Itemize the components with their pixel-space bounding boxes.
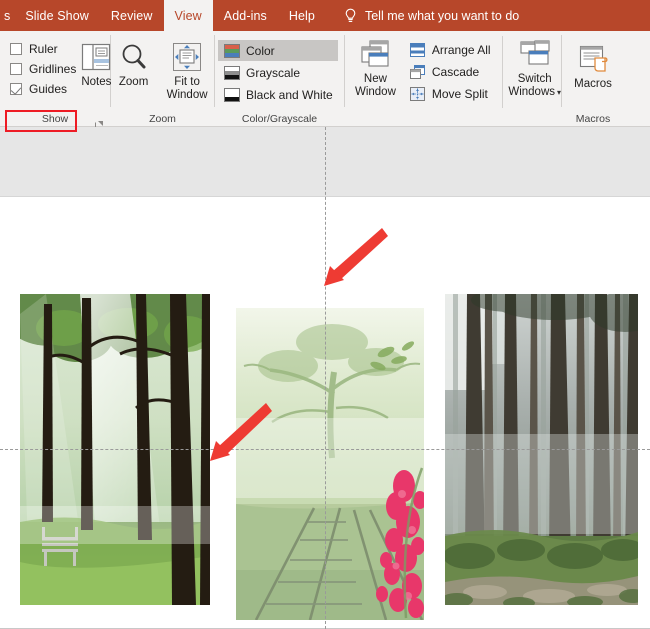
fit-to-window-button[interactable]: Fit to Window — [160, 37, 214, 102]
switch-windows-label: Switch Windows — [508, 73, 555, 98]
zoom-button[interactable]: Zoom — [111, 37, 156, 89]
move-split-button[interactable]: Move Split — [404, 83, 496, 104]
notes-label: Notes — [81, 76, 112, 88]
ribbon-group-window: New Window Arrange All Cascade Move Spli… — [345, 31, 561, 142]
ribbon: Ruler Gridlines Guides Notes Show Zoom F… — [0, 31, 650, 142]
color-mode-color[interactable]: Color — [218, 40, 338, 61]
tab-label: Slide Show — [25, 8, 89, 23]
photo-misty-railway-blossoms[interactable] — [236, 308, 424, 620]
notes-button[interactable]: Notes — [80, 35, 112, 89]
arrange-all-button[interactable]: Arrange All — [404, 39, 496, 60]
move-split-icon — [409, 86, 426, 101]
switch-windows-label-wrap: Switch Windows ▾ — [508, 73, 561, 99]
tab-slide-show[interactable]: Slide Show — [14, 0, 100, 31]
tell-me-search[interactable]: Tell me what you want to do — [326, 0, 519, 31]
gridlines-checkbox-box[interactable] — [10, 62, 22, 75]
group-label-text: Zoom — [149, 113, 176, 125]
group-label-text: Macros — [575, 113, 611, 125]
tab-help[interactable]: Help — [278, 0, 326, 31]
color-mode-grayscale[interactable]: Grayscale — [218, 62, 338, 83]
ribbon-group-color-grayscale: Color Grayscale Black and White Color/Gr… — [215, 31, 344, 127]
ribbon-tab-bar: s Slide Show Review View Add-ins Help Te… — [0, 0, 650, 31]
checkbox-ruler[interactable]: Ruler — [10, 40, 76, 57]
guides-checkbox-box[interactable] — [10, 82, 22, 95]
ruler-checkbox-box[interactable] — [10, 42, 22, 55]
fit-to-window-label: Fit to Window — [166, 76, 208, 101]
switch-windows-button[interactable]: Switch Windows ▾ — [508, 34, 561, 99]
checkbox-label: Guides — [29, 81, 68, 96]
ribbon-group-zoom: Zoom Fit to Window Zoom — [111, 31, 214, 127]
macros-icon — [576, 42, 610, 76]
magnifier-icon — [118, 40, 150, 74]
slide-canvas[interactable] — [0, 127, 650, 629]
ribbon-group-show: Ruler Gridlines Guides Notes Show — [0, 31, 112, 128]
switch-windows-icon — [517, 37, 553, 71]
window-commands-list: Arrange All Cascade Move Split — [404, 34, 496, 104]
tell-me-label: Tell me what you want to do — [364, 8, 520, 23]
powerpoint-window: s Slide Show Review View Add-ins Help Te… — [0, 0, 650, 629]
cascade-label: Cascade — [431, 64, 480, 79]
dialog-launcher-icon[interactable] — [95, 117, 104, 128]
color-mode-label: Black and White — [246, 87, 333, 102]
zoom-label: Zoom — [118, 76, 149, 88]
cascade-button[interactable]: Cascade — [404, 61, 496, 82]
new-window-button[interactable]: New Window — [351, 34, 400, 99]
macros-button[interactable]: Macros — [567, 39, 619, 91]
checkbox-label: Gridlines — [29, 61, 77, 76]
black-and-white-swatch-icon — [223, 87, 240, 102]
horizontal-guide[interactable] — [0, 449, 650, 450]
grayscale-swatch-icon — [223, 65, 240, 80]
color-mode-black-and-white[interactable]: Black and White — [218, 84, 338, 105]
vertical-guide[interactable] — [325, 127, 326, 629]
tab-review[interactable]: Review — [100, 0, 164, 31]
group-inner-separator — [501, 36, 503, 108]
tab-label: View — [174, 8, 202, 23]
arrange-all-icon — [409, 42, 426, 57]
notes-page-icon — [80, 40, 112, 74]
macros-label: Macros — [574, 78, 612, 90]
color-mode-label: Color — [246, 43, 275, 58]
group-label-text: Color/Grayscale — [241, 113, 318, 125]
color-mode-list: Color Grayscale Black and White — [215, 35, 338, 105]
new-window-label: New Window — [354, 73, 396, 98]
tab-label: Review — [110, 8, 153, 23]
tab-label: s — [4, 8, 11, 23]
group-label-macros: Macros — [562, 111, 624, 127]
fit-to-window-icon — [171, 40, 203, 74]
tab-truncated-left[interactable]: s — [0, 0, 14, 31]
move-split-label: Move Split — [431, 86, 488, 101]
color-mode-label: Grayscale — [246, 65, 301, 80]
tab-add-ins[interactable]: Add-ins — [213, 0, 278, 31]
chevron-down-icon[interactable]: ▾ — [557, 88, 561, 97]
new-window-icon — [357, 37, 393, 71]
group-label-color-grayscale: Color/Grayscale — [215, 111, 344, 127]
group-label-text: Show — [41, 113, 69, 125]
ribbon-group-macros: Macros Macros — [562, 31, 624, 127]
group-label-zoom: Zoom — [111, 111, 214, 127]
arrange-all-label: Arrange All — [431, 42, 491, 57]
group-label-show: Show — [0, 111, 110, 128]
tab-label: Add-ins — [223, 8, 267, 23]
lightbulb-icon — [344, 8, 357, 23]
arrow-to-vertical-guide — [310, 224, 390, 299]
checkbox-label: Ruler — [29, 41, 58, 56]
show-checkbox-list: Ruler Gridlines Guides — [0, 35, 76, 97]
checkbox-gridlines[interactable]: Gridlines — [10, 60, 76, 77]
checkbox-guides[interactable]: Guides — [10, 80, 76, 97]
color-swatch-icon — [223, 43, 240, 58]
tab-view[interactable]: View — [163, 0, 213, 31]
cascade-icon — [409, 64, 426, 79]
tab-label: Help — [288, 8, 315, 23]
